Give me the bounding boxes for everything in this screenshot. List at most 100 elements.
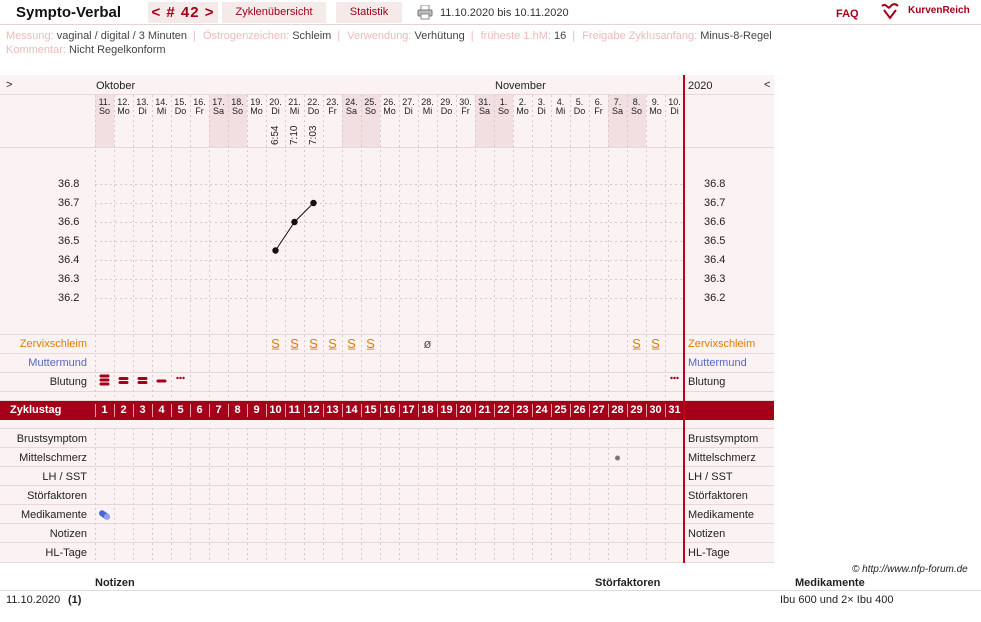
row-label-right-notizen: Notizen (688, 528, 726, 540)
temp-tick-right: 36.5 (704, 235, 726, 247)
cycle-day-number: 7 (215, 404, 222, 416)
weekday-label: So (497, 106, 509, 116)
weekday-label: Fr (461, 106, 470, 116)
weekday-label: Do (440, 106, 453, 116)
cycle-day-number: 21 (478, 404, 491, 416)
row-label-brustsymptom: Brustsymptom (16, 433, 87, 445)
row-label-hl-tage: HL-Tage (45, 547, 87, 559)
temp-tick-left: 36.2 (58, 292, 80, 304)
weekday-label: Mi (156, 106, 167, 116)
row-label-right-zervixschleim: Zervixschleim (688, 338, 756, 350)
measurement-time: 7:03 (307, 125, 319, 145)
temp-tick-left: 36.8 (58, 178, 80, 190)
zervix-mark: S̲ (271, 336, 280, 351)
temp-tick-right: 36.6 (704, 216, 726, 228)
cycle-day-number: 14 (345, 404, 358, 416)
bleeding-mark (99, 374, 110, 378)
cycle-day-number: 23 (516, 404, 529, 416)
notiz-date: 11.10.2020 (6, 594, 61, 606)
weekday-label: Di (404, 106, 413, 116)
cycle-day-number: 5 (177, 404, 184, 416)
zervix-mark: S̲ (328, 336, 337, 351)
stoerfaktoren-heading: Störfaktoren (595, 577, 661, 589)
weekday-label: Mi (422, 106, 433, 116)
row-label-right-lh-sst: LH / SST (688, 471, 733, 483)
row-label-medikamente: Medikamente (20, 509, 87, 521)
bleeding-mark (137, 381, 148, 384)
medikamente-heading: Medikamente (795, 577, 865, 589)
bleeding-mark (99, 382, 110, 386)
weekday-label: Sa (345, 106, 357, 116)
cycle-day-number: 1 (101, 404, 108, 416)
cycle-day-number: 9 (253, 404, 260, 416)
cycle-day-number: 20 (459, 404, 472, 416)
temperature-curve (275, 202, 314, 251)
weekday-label: Fr (328, 106, 337, 116)
row-label-notizen: Notizen (49, 528, 87, 540)
zervix-mark: S̲ (347, 336, 356, 351)
notiz-reference[interactable]: (1) (68, 594, 81, 606)
zervix-mark: S̲ (309, 336, 318, 351)
temp-tick-left: 36.4 (58, 254, 80, 266)
weekday-label: Fr (594, 106, 603, 116)
copyright[interactable]: © http://www.nfp-forum.de (852, 564, 968, 575)
cycle-day-number: 15 (364, 404, 377, 416)
cycle-day-number: 27 (592, 404, 605, 416)
cycle-day-number: 30 (649, 404, 662, 416)
weekday-label: Di (537, 106, 546, 116)
row-label-zervixschleim: Zervixschleim (19, 338, 87, 350)
temp-tick-right: 36.2 (704, 292, 726, 304)
cycle-day-number: 28 (611, 404, 624, 416)
bleeding-mark (118, 377, 129, 380)
bleeding-mark (137, 377, 148, 380)
zervix-mark: S̲ (632, 336, 641, 351)
today-marker-line (683, 75, 685, 563)
weekday-label: So (364, 106, 376, 116)
cycle-day-number: 10 (269, 404, 282, 416)
measurement-time: 6:54 (269, 125, 281, 145)
bleeding-spotting-mark (670, 376, 673, 380)
cycle-day-number: 29 (630, 404, 643, 416)
weekday-label: Mo (383, 106, 396, 116)
temp-tick-right: 36.4 (704, 254, 726, 266)
weekday-label: Fr (195, 106, 204, 116)
cycle-day-number: 13 (326, 404, 339, 416)
nav-right-button[interactable]: < (764, 79, 770, 91)
cycle-day-number: 17 (402, 404, 415, 416)
bleeding-mark (99, 378, 110, 382)
row-label-right-störfaktoren: Störfaktoren (688, 490, 748, 502)
bleeding-spotting-mark (182, 376, 185, 380)
row-label-mittelschmerz: Mittelschmerz (19, 452, 87, 464)
cycle-day-number: 31 (668, 404, 681, 416)
cycle-day-number: 12 (307, 404, 320, 416)
bleeding-spotting-mark (179, 376, 182, 380)
zervix-mark: S̲ (290, 336, 299, 351)
temperature-point (291, 218, 298, 226)
cycle-day-number: 3 (139, 404, 146, 416)
weekday-label: Mo (516, 106, 529, 116)
row-label-störfaktoren: Störfaktoren (27, 490, 87, 502)
nav-left-button[interactable]: > (6, 79, 12, 91)
weekday-label: Do (573, 106, 586, 116)
row-label-muttermund: Muttermund (28, 357, 87, 369)
weekday-label: Mo (649, 106, 662, 116)
cycle-day-number: 19 (440, 404, 453, 416)
row-label-right-mittelschmerz: Mittelschmerz (688, 452, 756, 464)
bleeding-spotting-mark (176, 376, 179, 380)
row-label-right-medikamente: Medikamente (688, 509, 755, 521)
cycle-day-number: 25 (554, 404, 567, 416)
zyklustag-band-right (685, 401, 774, 420)
temp-tick-right: 36.8 (704, 178, 726, 190)
row-label-lh-sst: LH / SST (42, 471, 87, 483)
weekday-label: Mo (117, 106, 130, 116)
bleeding-mark (156, 379, 167, 383)
weekday-label: Do (174, 106, 187, 116)
zervix-mark: ø (423, 336, 432, 351)
year-label: 2020 (688, 80, 713, 92)
cycle-day-number: 6 (196, 404, 203, 416)
weekday-label: Sa (212, 106, 224, 116)
weekday-label: So (231, 106, 243, 116)
weekday-label: Sa (478, 106, 490, 116)
zervix-mark: S̲ (366, 336, 375, 351)
zervix-mark: S̲ (651, 336, 660, 351)
